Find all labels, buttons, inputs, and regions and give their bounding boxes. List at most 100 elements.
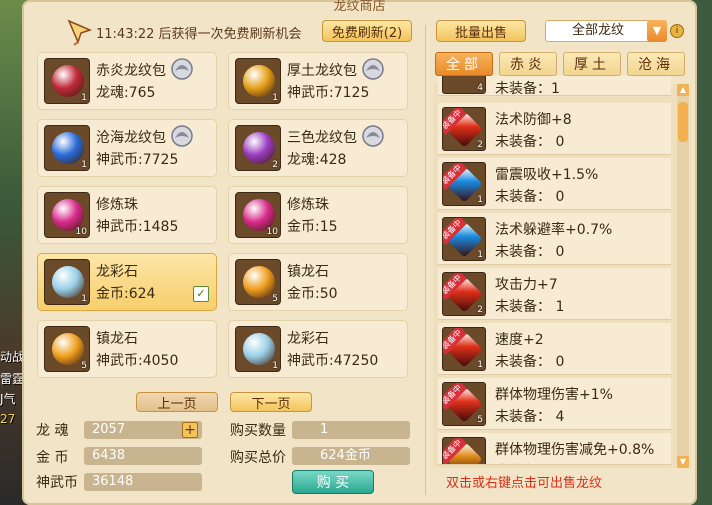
owned-item-equip: 未装备： 1 <box>495 299 565 315</box>
dragon-badge-icon <box>171 58 193 80</box>
item-name: 三色龙纹包 <box>287 130 357 146</box>
item-icon: 1 <box>235 326 281 372</box>
owned-item[interactable]: 装备中 5 群体物理伤害+1% 未装备： 4 <box>438 378 671 430</box>
list-scrollbar[interactable]: ▲ ▼ <box>677 84 689 468</box>
owned-item[interactable]: 装备中 2 法术防御+8 未装备： 0 <box>438 103 671 155</box>
tab-3[interactable]: 沧海 <box>627 52 685 76</box>
bg-text: J气 <box>0 392 16 406</box>
bulk-sell-button[interactable]: 批量出售 <box>436 20 526 42</box>
owned-item-name: 攻击力+7 <box>495 277 558 293</box>
owned-item[interactable]: 装备中 1 速度+2 未装备： 0 <box>438 323 671 375</box>
owned-item-name: 法术防御+8 <box>495 112 572 128</box>
owned-item[interactable]: 装备中 1 法术躲避率+0.7% 未装备： 0 <box>438 213 671 265</box>
item-name: 修炼珠 <box>287 197 329 213</box>
free-refresh-button[interactable]: 免费刷新(2) <box>322 20 412 42</box>
list-item-partial[interactable]: 4 未装备：1 <box>438 76 671 96</box>
item-name: 龙彩石 <box>287 331 329 347</box>
buy-button[interactable]: 购 买 <box>292 470 374 494</box>
gold-label: 金 币 <box>36 450 69 466</box>
bg-text: 动战 <box>0 350 25 364</box>
panel-title: 龙纹商店 <box>333 0 386 14</box>
shop-item-card[interactable]: 1 赤炎龙纹包 龙魂:765 <box>37 52 217 110</box>
total-label: 购买总价 <box>230 450 286 466</box>
item-name: 龙彩石 <box>96 264 138 280</box>
prev-page-button[interactable]: 上一页 <box>136 392 218 412</box>
shop-item-card[interactable]: 1 厚土龙纹包 神武币:7125 <box>228 52 408 110</box>
item-icon: 10 <box>44 192 90 238</box>
dragon-badge-icon <box>362 125 384 147</box>
bg-text: 27 <box>0 412 16 426</box>
item-name: 镇龙石 <box>287 264 329 280</box>
shenwu-label: 神武币 <box>36 475 78 491</box>
chevron-down-icon[interactable]: ▼ <box>647 20 667 42</box>
bg-text: 雷霆 <box>0 372 25 386</box>
item-count: 1 <box>81 160 87 170</box>
shop-item-card[interactable]: 5 镇龙石金币:50 <box>228 253 408 311</box>
item-icon: 5 <box>44 326 90 372</box>
shop-item-card[interactable]: 1 龙彩石神武币:47250 <box>228 320 408 378</box>
info-icon[interactable]: i <box>670 24 684 38</box>
owned-item-equip: 未装备： 0 <box>495 244 565 260</box>
item-icon: 1 <box>44 125 90 171</box>
tab-1[interactable]: 赤炎 <box>499 52 557 76</box>
item-count: 5 <box>81 361 87 371</box>
longhun-label: 龙 魂 <box>36 423 69 439</box>
item-price: 神武币:1485 <box>96 219 179 235</box>
owned-item-equip: 未装备： 0 <box>495 189 565 205</box>
shop-item-card[interactable]: 10 修炼珠金币:15 <box>228 186 408 244</box>
tab-0[interactable]: 全部 <box>435 52 493 76</box>
shop-item-card[interactable]: 1 龙彩石金币:624 ✓ <box>37 253 217 311</box>
item-price: 金币:624 <box>96 286 156 302</box>
quantity-input[interactable]: 1 <box>292 421 410 439</box>
item-price: 龙魂:765 <box>96 85 156 101</box>
owned-item-icon: 装备中1 <box>442 327 486 371</box>
dragon-badge-icon <box>362 58 384 80</box>
item-price: 金币:50 <box>287 286 338 302</box>
owned-item-icon: 装备中 2 <box>442 107 486 151</box>
scroll-up-icon[interactable]: ▲ <box>677 84 689 96</box>
shop-item-card[interactable]: 1 沧海龙纹包 神武币:7725 <box>37 119 217 177</box>
item-price: 龙魂:428 <box>287 152 347 168</box>
quantity-label: 购买数量 <box>230 423 286 439</box>
next-page-button[interactable]: 下一页 <box>230 392 312 412</box>
item-count: 2 <box>272 160 278 170</box>
tab-2[interactable]: 厚土 <box>563 52 621 76</box>
scroll-thumb[interactable] <box>678 102 688 142</box>
owned-item[interactable]: 装备中 1 雷震吸收+1.5% 未装备： 0 <box>438 158 671 210</box>
owned-item-name: 群体物理伤害减免+0.8% <box>495 442 655 458</box>
item-icon: 10 <box>235 192 281 238</box>
item-icon: 1 <box>44 259 90 305</box>
owned-item[interactable]: 装备中 2 攻击力+7 未装备： 1 <box>438 268 671 320</box>
item-count: 5 <box>272 294 278 304</box>
owned-item-count: 2 <box>477 140 483 150</box>
item-price: 神武币:47250 <box>287 353 379 369</box>
item-price: 神武币:7125 <box>287 85 370 101</box>
owned-item[interactable]: 装备中1 群体物理伤害减免+0.8% 未装备： 1 <box>438 433 671 465</box>
shop-item-card[interactable]: 10 修炼珠神武币:1485 <box>37 186 217 244</box>
shop-item-card[interactable]: 5 镇龙石 神武币:4050 <box>37 320 217 378</box>
divider <box>425 25 426 495</box>
refresh-timer: 11:43:22 后获得一次免费刷新机会 <box>96 27 302 42</box>
scroll-down-icon[interactable]: ▼ <box>677 456 689 468</box>
owned-item-icon: 装备中 5 <box>442 382 486 426</box>
item-name: 赤炎龙纹包 <box>96 63 166 79</box>
item-count: 1 <box>272 93 278 103</box>
owned-item-name: 群体物理伤害+1% <box>495 387 613 403</box>
check-icon[interactable]: ✓ <box>193 286 209 302</box>
item-name: 修炼珠 <box>96 197 138 213</box>
item-price: 金币:15 <box>287 219 338 235</box>
owned-item-icon: 装备中 2 <box>442 272 486 316</box>
owned-item-icon: 装备中1 <box>442 162 486 206</box>
item-name: 镇龙石 <box>96 331 138 347</box>
add-longhun-icon[interactable]: + <box>182 422 198 438</box>
item-icon: 5 <box>235 259 281 305</box>
owned-item-name: 法术躲避率+0.7% <box>495 222 613 238</box>
owned-item-icon: 装备中1 <box>442 437 486 464</box>
owned-item-count: 1 <box>477 250 483 260</box>
item-count: 1 <box>81 294 87 304</box>
item-icon: 1 <box>235 58 281 104</box>
item-price: 神武币:7725 <box>96 152 179 168</box>
dragon-badge-icon <box>171 125 193 147</box>
shop-item-card[interactable]: 2 三色龙纹包龙魂:428 <box>228 119 408 177</box>
owned-item-name: 雷震吸收+1.5% <box>495 167 599 183</box>
